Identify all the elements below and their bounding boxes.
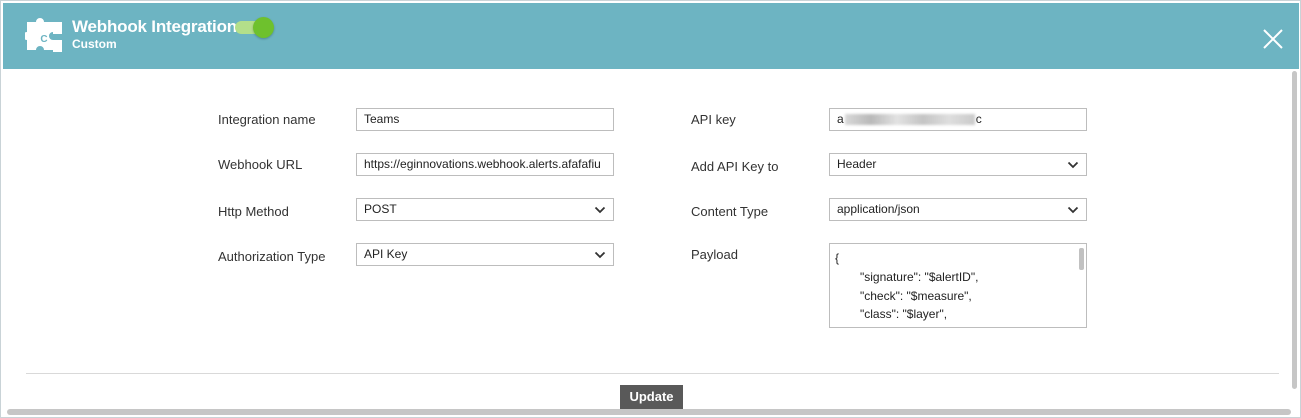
payload-line: { [835, 251, 840, 265]
api-key-obscured [844, 114, 975, 126]
content-type-select[interactable]: application/json [829, 198, 1087, 221]
api-key-label: API key [691, 112, 736, 127]
dialog-header: C Webhook Integration Custom [3, 3, 1299, 69]
content-type-value: application/json [837, 202, 920, 216]
integration-name-label: Integration name [218, 112, 316, 127]
chevron-down-icon [1067, 206, 1079, 214]
vertical-scrollbar-thumb[interactable] [1292, 71, 1297, 389]
authorization-type-value: API Key [364, 247, 408, 261]
payload-line: "check": "$measure", [860, 289, 972, 303]
payload-textarea[interactable]: { "signature": "$alertID", "check": "$me… [829, 243, 1087, 328]
api-key-input[interactable]: ac [829, 108, 1087, 131]
webhook-url-label: Webhook URL [218, 157, 303, 172]
webhook-url-input[interactable]: https://eginnovations.webhook.alerts.afa… [356, 153, 614, 176]
dialog-title: Webhook Integration [72, 17, 237, 36]
chevron-down-icon [594, 251, 606, 259]
api-key-end: c [975, 112, 982, 126]
chevron-down-icon [1067, 161, 1079, 169]
http-method-label: Http Method [218, 204, 289, 219]
close-icon[interactable] [1261, 27, 1285, 51]
integration-name-input[interactable]: Teams [356, 108, 614, 131]
puzzle-icon: C [25, 18, 62, 52]
authorization-type-select[interactable]: API Key [356, 243, 614, 266]
dialog-subtitle: Custom [72, 37, 117, 51]
chevron-down-icon [594, 206, 606, 214]
api-key-start: a [837, 112, 844, 126]
payload-scrollbar[interactable] [1079, 248, 1084, 270]
toggle-knob [253, 17, 274, 38]
payload-line: "class": "$layer", [860, 307, 948, 321]
footer-divider [26, 373, 1279, 374]
http-method-value: POST [364, 202, 397, 216]
http-method-select[interactable]: POST [356, 198, 614, 221]
logo-letter: C [40, 34, 47, 45]
vertical-scrollbar[interactable] [1290, 71, 1299, 391]
payload-line: "signature": "$alertID", [860, 270, 979, 284]
authorization-type-label: Authorization Type [218, 249, 326, 264]
enable-toggle[interactable] [234, 17, 274, 38]
horizontal-scrollbar[interactable] [7, 409, 1291, 415]
content-type-label: Content Type [691, 204, 769, 219]
add-api-key-to-value: Header [837, 157, 877, 171]
add-api-key-to-select[interactable]: Header [829, 153, 1087, 176]
payload-label: Payload [691, 247, 738, 262]
webhook-integration-dialog: C Webhook Integration Custom Integration… [0, 0, 1301, 418]
add-api-key-to-label: Add API Key to [691, 159, 779, 174]
update-button[interactable]: Update [620, 385, 683, 409]
